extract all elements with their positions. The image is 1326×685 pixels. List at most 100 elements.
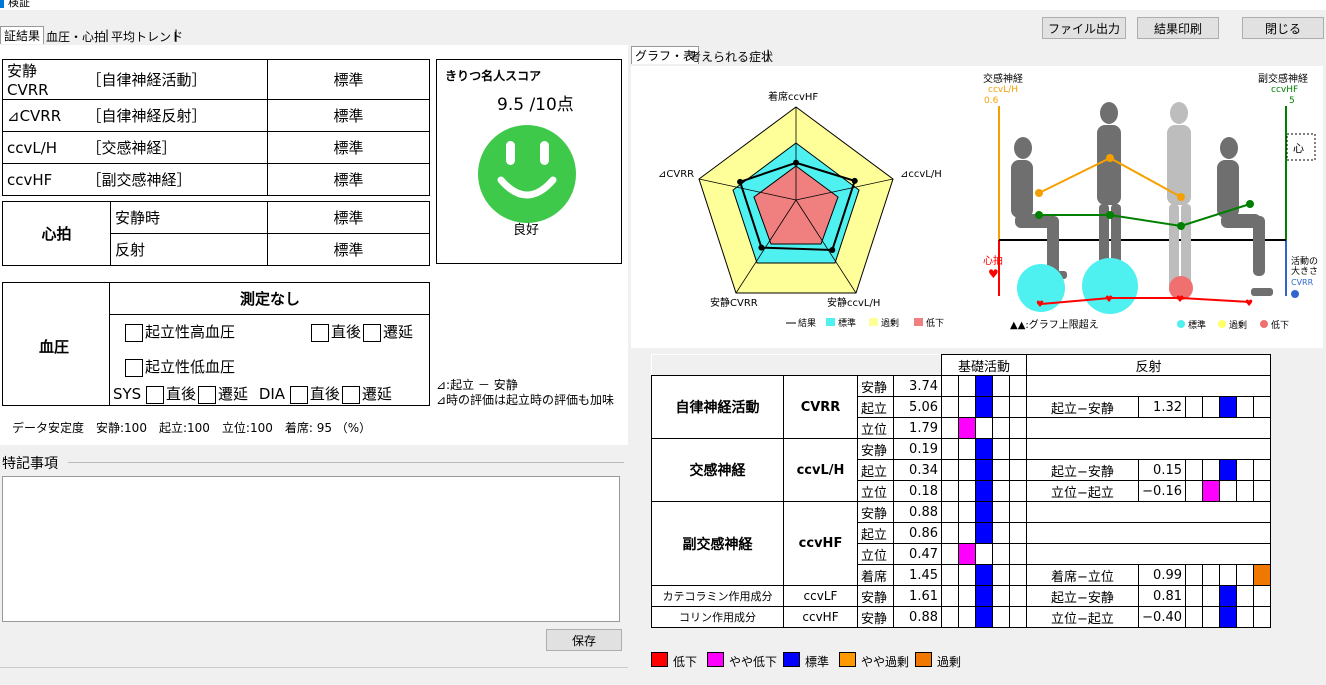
row-value: 5.06 [893, 396, 942, 418]
heart-row-status: 標準 [267, 233, 430, 266]
tab-separator: | [174, 28, 179, 42]
level-cell [975, 564, 993, 586]
heart-row-name: 安静時 [110, 201, 268, 234]
row-value: 1.45 [893, 564, 942, 586]
print-button[interactable]: 結果印刷 [1137, 17, 1219, 39]
reflex-value: −0.40 [1138, 606, 1186, 628]
export-button[interactable]: ファイル出力 [1042, 17, 1126, 39]
row-position: 安静 [857, 585, 894, 607]
tab-symptoms[interactable]: 考えられる症状 [686, 47, 776, 65]
level-cell [975, 522, 993, 544]
para-nerve-label: 副交感神経 [1258, 72, 1308, 85]
high-delayed-checkbox[interactable] [363, 323, 382, 342]
bp-divider-v [109, 283, 110, 405]
radar-axis-label: 安静ccvL/H [827, 296, 880, 309]
heart-rate-table: 心拍 安静時 標準 反射 標準 [2, 201, 430, 266]
group-name: 副交感神経 [651, 501, 784, 586]
row-value: 0.19 [893, 438, 942, 460]
score-value: 9.5 /10点 [497, 95, 574, 115]
level-cell [992, 417, 1010, 439]
level-cell [975, 417, 993, 439]
reflex-label: 着席−立位 [1026, 564, 1139, 586]
legend-swatch [707, 652, 724, 667]
group-index: CVRR [783, 375, 858, 439]
app-icon [0, 0, 4, 8]
group-name: コリン作用成分 [651, 606, 784, 628]
size-label-2: 大きさ [1291, 265, 1318, 277]
seated-figure-left [1011, 137, 1067, 279]
legend-label: 過剰 [937, 655, 962, 669]
level-cell [975, 396, 993, 418]
header-reflex: 反射 [1026, 354, 1271, 376]
summary-desc: ［副交感神経］ [82, 163, 268, 196]
tab-separator: | [766, 48, 771, 62]
tab-result[interactable]: 証結果 [0, 26, 45, 44]
reflex-value: −0.16 [1138, 480, 1186, 502]
reflex-empty [1026, 501, 1271, 523]
bp-low-row: 起立性低血圧 [125, 356, 235, 377]
high-immediate-checkbox[interactable] [311, 323, 329, 342]
reflex-level-cell [1253, 585, 1271, 607]
reflex-level-cell [1253, 564, 1271, 586]
svg-text:♥: ♥ [1105, 295, 1113, 305]
level-cell [958, 585, 976, 607]
reflex-level-cell [1236, 585, 1254, 607]
score-box: きりつ名人スコア 9.5 /10点 良好 [436, 59, 622, 264]
level-cell [975, 375, 993, 397]
radar-legend-low: 低下 [926, 317, 944, 329]
dia-immediate-checkbox[interactable] [289, 385, 308, 404]
level-cell [1009, 375, 1027, 397]
level-cell [958, 606, 976, 628]
tab-bp-hr[interactable]: 血圧・心拍 [43, 27, 109, 45]
level-legend: 低下 やや低下 標準 やや過剰 過剰 [651, 652, 1071, 670]
high-bp-checkbox[interactable] [125, 323, 143, 342]
reflex-level-cell [1202, 480, 1220, 502]
level-cell [958, 417, 976, 439]
heart-row-status: 標準 [267, 201, 430, 234]
special-notes-textarea[interactable] [2, 476, 620, 622]
reflex-level-cell [1236, 564, 1254, 586]
hr-line [1040, 297, 1251, 305]
level-cell [941, 438, 959, 460]
title-bar: 検証 [0, 0, 1326, 10]
header-basic: 基礎活動 [941, 354, 1027, 376]
summary-name: ccvHF [2, 163, 83, 196]
table-row: 副交感神経 ccvHF 安静 0.88 [651, 501, 1271, 586]
legend-swatch [651, 652, 668, 667]
level-cell [941, 585, 959, 607]
row-value: 0.88 [893, 501, 942, 523]
level-cell [975, 585, 993, 607]
bp-delayed-label: 遷延 [383, 323, 414, 341]
score-label: 良好 [513, 223, 540, 238]
level-cell [941, 606, 959, 628]
level-cell [992, 459, 1010, 481]
dia-delayed-checkbox[interactable] [341, 385, 360, 404]
reflex-level-cell [1202, 459, 1220, 481]
save-button[interactable]: 保存 [546, 629, 622, 651]
reflex-level-cell [1219, 480, 1237, 502]
level-cell [1009, 522, 1027, 544]
level-cell [1009, 501, 1027, 523]
level-cell [958, 564, 976, 586]
sys-delayed-checkbox[interactable] [198, 385, 217, 404]
reflex-empty [1026, 522, 1271, 544]
summary-desc: ［自律神経活動］ [82, 59, 268, 100]
level-cell [992, 585, 1010, 607]
legend-swatch [915, 652, 932, 667]
bp-high-label: 起立性高血圧 [145, 323, 236, 341]
special-notes-label: 特記事項 [2, 456, 58, 472]
sym-nerve-value: 0.6 [984, 96, 999, 106]
radar-result-point [793, 159, 799, 166]
row-position: 立位 [857, 543, 894, 565]
level-cell [1009, 585, 1027, 607]
reflex-level-cell [1185, 585, 1203, 607]
bp-immediate-label: 直後 [309, 385, 340, 403]
summary-status: 標準 [267, 99, 430, 132]
reflex-level-cell [1202, 585, 1220, 607]
reflex-level-cell [1236, 396, 1254, 418]
posture-legend-low: 低下 [1271, 319, 1289, 331]
low-bp-checkbox[interactable] [125, 358, 143, 377]
sys-immediate-checkbox[interactable] [146, 385, 164, 404]
reflex-value: 0.99 [1138, 564, 1186, 586]
close-button[interactable]: 閉じる [1242, 17, 1324, 39]
